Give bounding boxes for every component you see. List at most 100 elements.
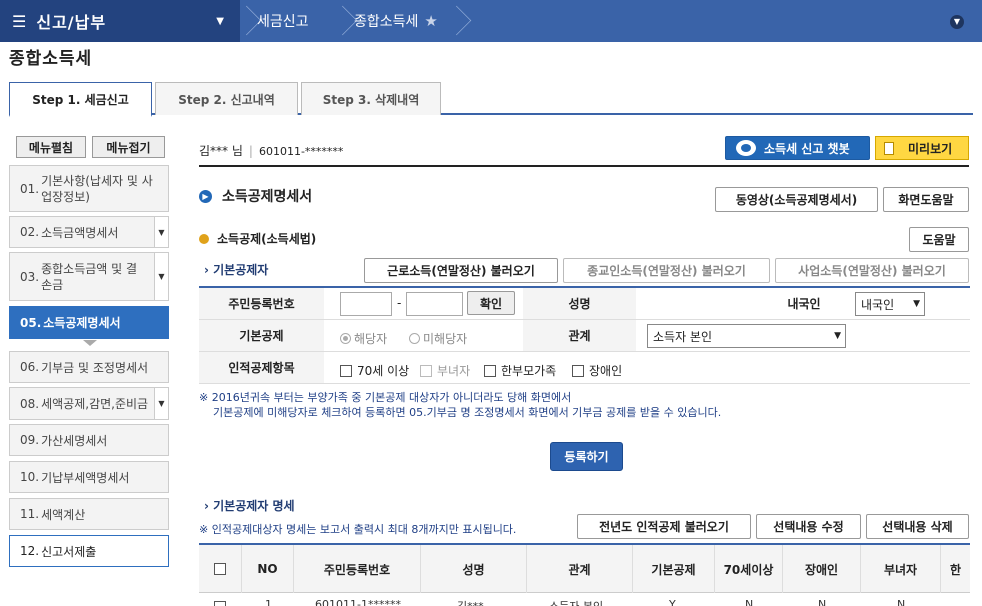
- sidebar-item-deduction[interactable]: 05. 소득공제명세서: [9, 306, 169, 339]
- register-button[interactable]: 등록하기: [550, 442, 623, 471]
- sidebar-item-basic-info[interactable]: 01. 기본사항(납세자 및 사업장정보): [9, 165, 169, 212]
- tab-step1[interactable]: Step 1. 세금신고: [9, 82, 152, 117]
- sidebar-item-label: 세액공제,감면,준비금: [41, 397, 149, 411]
- active-indicator-arrow: [83, 340, 97, 346]
- chevron-down-icon[interactable]: ▼: [154, 217, 168, 247]
- rrn-label: 주민등록번호: [199, 288, 324, 319]
- tab-step3[interactable]: Step 3. 삭제내역: [301, 82, 441, 115]
- load-previous-year-button[interactable]: 전년도 인적공제 불러오기: [577, 514, 751, 539]
- chatbot-icon: [736, 140, 756, 156]
- checkbox-woman-householder[interactable]: 부녀자: [420, 362, 470, 379]
- checkbox-box: [420, 364, 432, 377]
- radio-dot: [409, 333, 420, 344]
- rrn-front-input[interactable]: [340, 292, 392, 316]
- main-menu-button[interactable]: ☰ 신고/납부 ▼: [0, 0, 240, 42]
- sidebar-item-label: 소득공제명세서: [43, 316, 121, 330]
- checkbox-disabled[interactable]: 장애인: [572, 362, 622, 379]
- name-label: 성명: [523, 288, 636, 319]
- chatbot-button[interactable]: 소득세 신고 챗봇: [725, 136, 870, 160]
- load-earned-income-button[interactable]: 근로소득(연말정산) 불러오기: [364, 258, 558, 283]
- user-info: 김*** 님 | 601011-*******: [199, 142, 343, 159]
- sidebar-item-penalty[interactable]: 09. 가산세명세서: [9, 424, 169, 456]
- checkbox-box: [484, 364, 496, 377]
- document-icon: [884, 141, 894, 155]
- breadcrumb-income-tax[interactable]: 종합소득세 ★: [354, 0, 438, 42]
- col-header-disabled: 장애인: [782, 545, 860, 593]
- cell-name: 김***: [457, 598, 484, 606]
- info-note: ※ 2016년귀속 부터는 부양가족 중 기본공제 대상자가 아니더라도 당해 …: [199, 391, 722, 419]
- step-tabs: Step 1. 세금신고 Step 2. 신고내역 Step 3. 삭제내역: [9, 82, 973, 117]
- cell-no: 1: [265, 598, 272, 606]
- page-title: 종합소득세: [9, 49, 93, 69]
- checkbox-single-parent[interactable]: 한부모가족: [484, 362, 556, 379]
- sidebar-item-label: 기본사항(납세자 및 사업장정보): [41, 173, 153, 204]
- radio-not-applicable[interactable]: 미해당자: [409, 330, 467, 347]
- menu-collapse-button[interactable]: 메뉴접기: [92, 136, 165, 158]
- load-business-income-button[interactable]: 사업소득(연말정산) 불러오기: [775, 258, 969, 283]
- col-header-relation: 관계: [526, 545, 632, 593]
- cell-relation: 소득자 본인: [549, 598, 603, 606]
- breadcrumb-tax-report[interactable]: 세금신고: [257, 0, 309, 42]
- chevron-down-icon[interactable]: ▼: [154, 253, 168, 300]
- basic-deduction-label: 기본공제: [199, 320, 324, 351]
- chevron-right-icon: ›: [204, 263, 209, 277]
- top-navigation-bar: ☰ 신고/납부 ▼ 세금신고 종합소득세 ★ ▼: [0, 0, 982, 42]
- radio-dot: [340, 333, 351, 344]
- sidebar-item-tax-calc[interactable]: 11. 세액계산: [9, 498, 169, 530]
- table-header: NO 주민등록번호 성명 관계 기본공제 70세이상 장애인 부녀자 한: [199, 543, 970, 593]
- breadcrumb-separator: [442, 0, 456, 42]
- deduction-list-title: › 기본공제자 명세: [204, 499, 295, 513]
- cell-woman: N: [897, 598, 906, 606]
- form-row-personal: 인적공제항목 70세 이상 부녀자 한부모가족 장애인: [199, 352, 970, 384]
- breadcrumb-separator: [328, 0, 342, 42]
- col-header-name: 성명: [420, 545, 526, 593]
- relation-select[interactable]: 소득자 본인 ▼: [647, 324, 846, 348]
- sidebar-item-label: 소득금액명세서: [41, 225, 119, 240]
- menu-expand-button[interactable]: 메뉴펼침: [16, 136, 86, 158]
- cell-disabled: N: [818, 598, 827, 606]
- table-row[interactable]: 1 601011-1****** 김*** 소득자 본인 Y N N N: [199, 593, 970, 606]
- chevron-down-icon: ▼: [913, 299, 920, 309]
- radio-applicable[interactable]: 해당자: [340, 330, 387, 347]
- rrn-confirm-button[interactable]: 확인: [467, 291, 515, 315]
- nationality-label: 내국인: [764, 288, 844, 319]
- chevron-down-icon: ▼: [834, 331, 841, 341]
- sidebar-item-label: 신고서제출: [41, 544, 97, 559]
- sidebar-item-label: 기납부세액명세서: [41, 470, 130, 485]
- nationality-select[interactable]: 내국인 ▼: [855, 292, 925, 316]
- edit-selected-button[interactable]: 선택내용 수정: [756, 514, 861, 539]
- sidebar-item-total-income[interactable]: 03. 종합소득금액 및 결손금 ▼: [9, 252, 169, 301]
- preview-button[interactable]: 미리보기: [875, 136, 969, 160]
- col-header-rrn: 주민등록번호: [293, 545, 420, 593]
- col-header-woman: 부녀자: [860, 545, 940, 593]
- cell-basic: Y: [669, 598, 676, 606]
- checkbox-box: [572, 364, 584, 377]
- chevron-down-icon[interactable]: ▼: [950, 15, 964, 29]
- sidebar-item-donation[interactable]: 06. 기부금 및 조정명세서: [9, 351, 169, 383]
- form-row-basic: 기본공제 해당자 미해당자 관계 소득자 본인 ▼: [199, 320, 970, 352]
- screen-help-button[interactable]: 화면도움말: [883, 187, 969, 212]
- divider: |: [248, 144, 253, 158]
- chevron-down-icon[interactable]: ▼: [154, 388, 168, 419]
- sidebar-item-submit[interactable]: 12. 신고서제출: [9, 535, 169, 567]
- checkbox-over-70[interactable]: 70세 이상: [340, 362, 409, 379]
- sidebar-item-label: 가산세명세서: [41, 433, 108, 448]
- sidebar-item-tax-credit[interactable]: 08. 세액공제,감면,준비금 ▼: [9, 387, 169, 420]
- help-button[interactable]: 도움말: [909, 227, 969, 252]
- video-button[interactable]: 동영상(소득공제명세서): [715, 187, 878, 212]
- tab-step2[interactable]: Step 2. 신고내역: [155, 82, 298, 115]
- list-note: ※ 인적공제대상자 명세는 보고서 출력시 최대 8개까지만 표시됩니다.: [199, 523, 517, 536]
- cell-rrn: 601011-1******: [315, 598, 401, 606]
- cell-over70: N: [745, 598, 754, 606]
- load-religious-income-button[interactable]: 종교인소득(연말정산) 불러오기: [563, 258, 770, 283]
- star-icon[interactable]: ★: [424, 12, 437, 30]
- sub-title: 소득공제(소득세법): [199, 230, 316, 247]
- row-checkbox[interactable]: [214, 601, 226, 606]
- sidebar-item-prepaid[interactable]: 10. 기납부세액명세서: [9, 461, 169, 493]
- select-all-checkbox[interactable]: [214, 563, 226, 575]
- select-all-cell: [199, 545, 241, 593]
- sidebar-item-income-statement[interactable]: 02. 소득금액명세서 ▼: [9, 216, 169, 248]
- delete-selected-button[interactable]: 선택내용 삭제: [866, 514, 969, 539]
- rrn-back-input[interactable]: [406, 292, 463, 316]
- checkbox-box: [340, 364, 352, 377]
